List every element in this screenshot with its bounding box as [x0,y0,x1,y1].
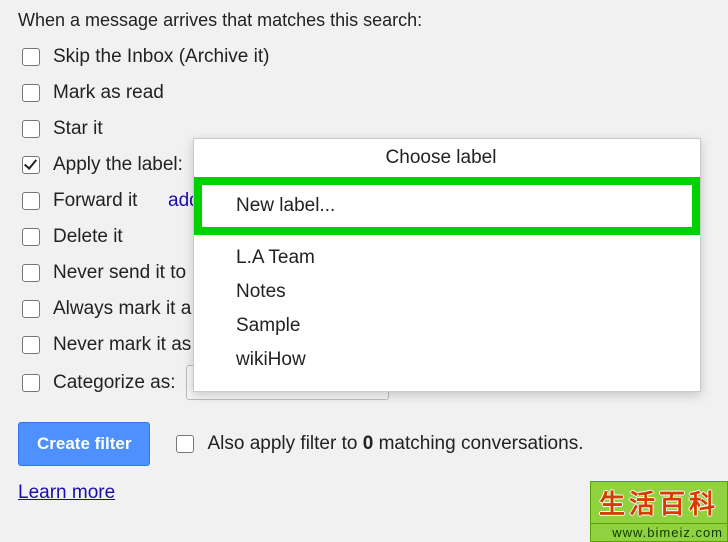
checkbox-star-it[interactable] [22,120,40,138]
filter-panel: When a message arrives that matches this… [0,0,728,542]
option-skip-inbox: Skip the Inbox (Archive it) [18,41,710,73]
dropdown-item-wikihow[interactable]: wikiHow [194,343,700,377]
option-mark-read: Mark as read [18,77,710,109]
watermark-url: www.bimeiz.com [590,524,728,542]
checkbox-never-send[interactable] [22,264,40,282]
dropdown-item-sample[interactable]: Sample [194,309,700,343]
checkbox-also-apply[interactable] [176,435,194,453]
label-never-mark: Never mark it as [53,334,191,356]
label-dropdown: Choose label New label... L.A Team Notes… [193,138,701,392]
label-also-apply: Also apply filter to 0 matching conversa… [207,433,583,455]
dropdown-new-label[interactable]: New label... [194,177,700,235]
label-categorize: Categorize as: [53,372,176,394]
panel-heading: When a message arrives that matches this… [18,10,710,31]
label-forward-it: Forward it [53,190,137,212]
option-also-apply: Also apply filter to 0 matching conversa… [172,432,583,456]
label-skip-inbox: Skip the Inbox (Archive it) [53,46,269,68]
dropdown-item-notes[interactable]: Notes [194,275,700,309]
checkbox-categorize[interactable] [22,374,40,392]
checkbox-skip-inbox[interactable] [22,48,40,66]
create-filter-button[interactable]: Create filter [18,422,150,466]
label-mark-read: Mark as read [53,82,164,104]
label-apply-label: Apply the label: [53,154,183,176]
label-always-mark: Always mark it a [53,298,191,320]
dropdown-choose-label[interactable]: Choose label [194,139,700,177]
label-never-send: Never send it to [53,262,186,284]
label-star-it: Star it [53,118,103,140]
checkbox-mark-read[interactable] [22,84,40,102]
checkbox-apply-label[interactable] [22,156,40,174]
checkbox-delete-it[interactable] [22,228,40,246]
dropdown-item-la-team[interactable]: L.A Team [194,241,700,275]
checkbox-never-mark[interactable] [22,336,40,354]
checkbox-always-mark[interactable] [22,300,40,318]
label-delete-it: Delete it [53,226,123,248]
learn-more-link[interactable]: Learn more [18,482,115,503]
watermark: 生活百科 www.bimeiz.com [590,481,728,542]
checkbox-forward-it[interactable] [22,192,40,210]
bottom-row: Create filter Also apply filter to 0 mat… [18,422,710,466]
watermark-title: 生活百科 [590,481,728,524]
